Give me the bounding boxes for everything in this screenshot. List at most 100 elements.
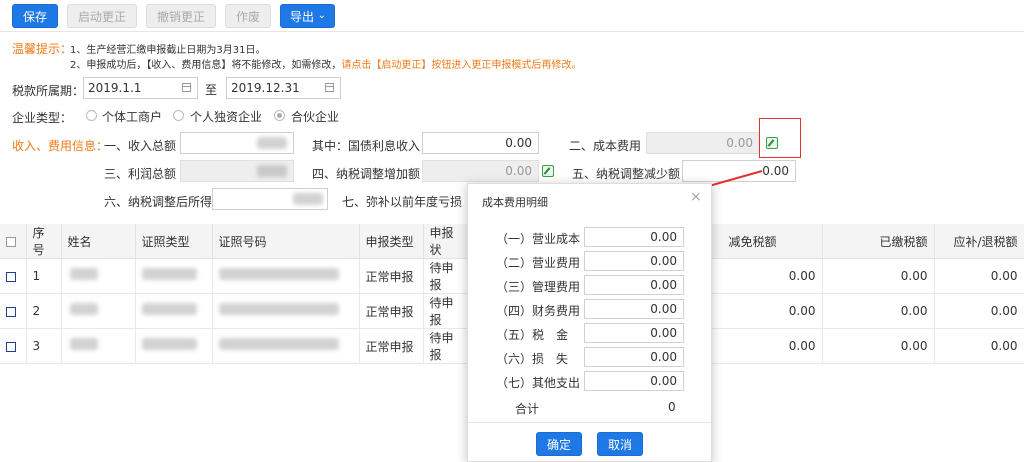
dialog-item-value: 0.00 [650,254,677,268]
void-button[interactable]: 作废 [225,4,271,28]
total-income-label: 一、收入总额 [104,139,177,153]
col-declaration-status: 申报状 [423,224,468,259]
annotation-highlight-box [759,118,801,158]
row-status: 待申报 [423,258,468,294]
masked-value [141,268,197,280]
save-button[interactable]: 保存 [12,4,58,28]
period-start-input[interactable]: 2019.1.1 [83,77,198,99]
dialog-item-label: （七）其他支出 [496,376,581,390]
period-end-value: 2019.12.31 [231,81,300,95]
dialog-title: 成本费用明细 [482,196,548,209]
select-all-checkbox[interactable] [6,236,16,247]
col-tax-due: 应补/退税额 [934,224,1024,259]
dialog-item-label: （三）管理费用 [496,280,581,294]
edit-tax-increase-icon[interactable] [542,165,554,177]
cancel-correction-button[interactable]: 撤销更正 [146,4,216,28]
select-all-header[interactable] [0,224,27,259]
period-label: 税款所属期： [12,84,85,98]
dialog-footer-divider [468,422,711,423]
period-to-label: 至 [205,83,218,97]
cost-value: 0.00 [726,136,753,150]
row-tax-relief: 0.00 [710,328,823,364]
row-tax-relief: 0.00 [710,258,823,294]
period-start-value: 2019.1.1 [88,81,142,95]
dialog-item-value: 0.00 [650,350,677,364]
masked-value [293,193,323,205]
confirm-button[interactable]: 确定 [536,432,582,456]
dialog-item-input[interactable]: 0.00 [584,323,684,343]
masked-value [69,268,98,280]
profit-label: 三、利润总额 [104,167,177,181]
dialog-item-value: 0.00 [650,230,677,244]
adjusted-income-input[interactable] [212,188,328,210]
cost-label: 二、成本费用 [569,139,642,153]
radio-partnership[interactable] [274,110,285,121]
row-tax-paid: 0.00 [822,293,935,329]
period-end-input[interactable]: 2019.12.31 [226,77,341,99]
dialog-total-value: 0 [668,400,676,414]
row-id-type [135,328,213,364]
calendar-icon [325,83,334,92]
masked-value [257,137,287,149]
dialog-item-value: 0.00 [650,302,677,316]
tips-line-2: 2、申报成功后，【收入、费用信息】将不能修改，如需修改，请点击【启动更正】按钮进… [70,56,581,71]
dialog-item-label: （五）税 金 [496,328,569,342]
cost-detail-dialog: 成本费用明细 × （一）营业成本 0.00 （二）营业费用 0.00 （三）管理… [467,183,712,462]
calendar-icon [182,83,191,92]
tax-increase-input: 0.00 [422,160,539,182]
dialog-item-label: （四）财务费用 [496,304,581,318]
dialog-total-label: 合计 [515,402,540,416]
col-name: 姓名 [61,224,136,259]
dialog-item-input[interactable]: 0.00 [584,227,684,247]
col-index: 序号 [26,224,62,259]
dialog-item-input[interactable]: 0.00 [584,371,684,391]
row-status: 待申报 [423,293,468,329]
export-label: 导出 [290,10,315,24]
radio-sole-proprietorship[interactable] [173,110,184,121]
total-income-input[interactable] [180,132,294,154]
col-id-number: 证照号码 [212,224,360,259]
close-icon[interactable]: × [690,189,702,205]
masked-value [218,338,339,350]
row-id-number [212,258,360,294]
tips-label: 温馨提示： [12,42,73,56]
start-correction-button[interactable]: 启动更正 [67,4,137,28]
dialog-item-value: 0.00 [650,374,677,388]
masked-value [218,268,339,280]
tips-line-2-text: 2、申报成功后，【收入、费用信息】将不能修改，如需修改， [70,60,342,71]
row-tax-paid: 0.00 [822,328,935,364]
row-checkbox[interactable] [6,306,16,317]
row-checkbox[interactable] [6,271,16,282]
tax-increase-value: 0.00 [505,164,532,178]
masked-value [141,338,197,350]
export-dropdown-button[interactable]: 导出 ⌄ [280,4,335,28]
masked-value [69,338,98,350]
radio-individual-business[interactable] [86,110,97,121]
row-index: 3 [26,328,62,364]
row-tax-paid: 0.00 [822,258,935,294]
row-declaration-type: 正常申报 [359,258,424,294]
masked-value [257,165,287,177]
treasury-interest-input[interactable]: 0.00 [422,132,539,154]
cost-input: 0.00 [646,132,760,154]
row-tax-due: 0.00 [934,293,1024,329]
enterprise-type-label: 企业类型： [12,111,73,125]
tips-line-2-highlight: 请点击【启动更正】按钮进入更正申报模式后再修改。 [341,60,582,71]
row-index: 1 [26,258,62,294]
dialog-item-input[interactable]: 0.00 [584,251,684,271]
dialog-item-input[interactable]: 0.00 [584,299,684,319]
dialog-item-input[interactable]: 0.00 [584,275,684,295]
row-index: 2 [26,293,62,329]
row-id-number [212,328,360,364]
row-name [61,328,136,364]
row-name [61,293,136,329]
row-checkbox[interactable] [6,341,16,352]
dialog-item-value: 0.00 [650,278,677,292]
dialog-item-input[interactable]: 0.00 [584,347,684,367]
row-id-number [212,293,360,329]
cancel-button[interactable]: 取消 [597,432,643,456]
radio-label-partnership: 合伙企业 [291,110,340,124]
col-tax-relief: 减免税额 [710,224,823,259]
row-declaration-type: 正常申报 [359,328,424,364]
row-tax-relief: 0.00 [710,293,823,329]
